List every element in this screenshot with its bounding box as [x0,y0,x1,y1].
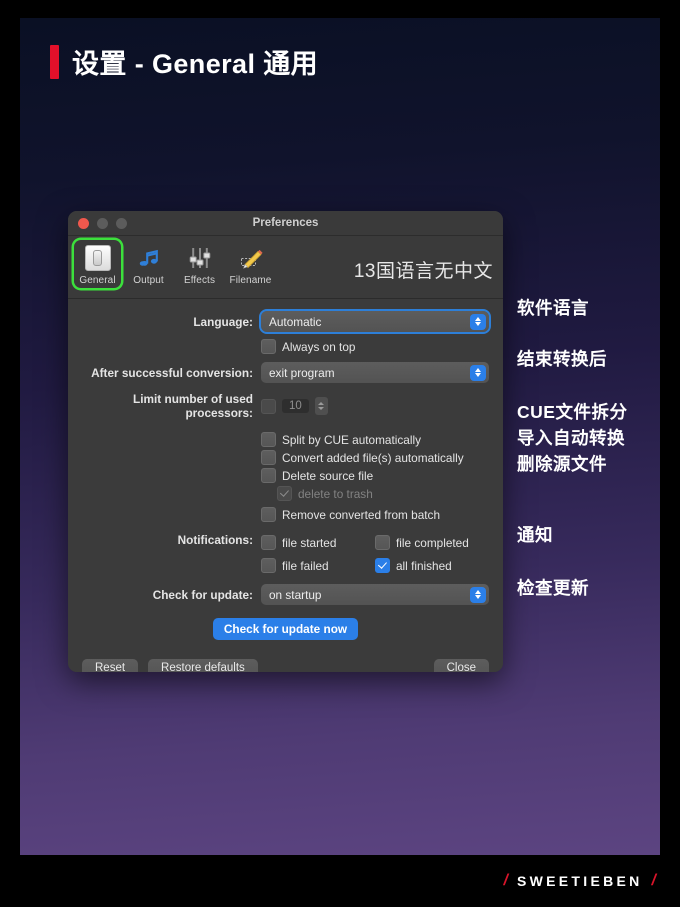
general-icon [84,243,111,273]
notifications-label: Notifications: [177,533,253,547]
sliders-icon [187,243,213,273]
language-label: Language: [193,314,253,329]
watermark-text: SWEETIEBEN [516,873,643,889]
always-on-top-label: Always on top [282,339,356,354]
preferences-window: Preferences General Output Effects Filen… [68,211,503,672]
after-conversion-value: exit program [269,365,335,380]
annotation-notifications: 通知 [517,525,553,545]
annotation-delete-source: 删除源文件 [517,454,607,474]
toolbar-tab-filename-label: Filename [229,275,272,286]
watermark-slash-right: / [651,872,656,889]
toolbar-tab-output-label: Output [133,275,164,286]
screenshot-root: 设置 - General 通用 Preferences General Outp… [0,0,680,907]
after-conversion-label: After successful conversion: [91,365,253,380]
checkbox-box [277,486,292,501]
after-conversion-row: After successful conversion: exit progra… [68,362,503,383]
option-label: Split by CUE automatically [282,432,421,447]
toolbar-note: 13国语言无中文 [353,261,493,282]
checkbox-box [261,558,276,573]
option-label: delete to trash [298,486,373,501]
notification-label: all finished [396,558,452,573]
pencil-edit-icon [238,243,264,273]
preferences-toolbar: General Output Effects Filename 13国语言无中文 [68,236,503,299]
annotation-language: 软件语言 [517,298,589,318]
window-title: Preferences [252,217,319,229]
chevron-updown-icon [470,313,486,330]
toolbar-tab-output[interactable]: Output [125,240,172,288]
restore-defaults-button[interactable]: Restore defaults [148,659,258,672]
check-update-now-wrap: Check for update now [68,618,503,640]
quantity-stepper[interactable] [314,397,328,415]
annotation-cue-split: CUE文件拆分 [517,402,628,422]
notifications-row: Notifications: file started file failed … [68,532,503,576]
language-select[interactable]: Automatic [259,309,491,334]
slide-canvas: 设置 - General 通用 Preferences General Outp… [20,18,660,855]
check-update-now-button[interactable]: Check for update now [212,618,359,640]
toolbar-tab-effects-label: Effects [183,275,216,286]
limit-processors-row: Limit number of used processors: 10 [68,392,503,420]
toolbar-tab-filename[interactable]: Filename [227,240,274,288]
checkbox-box [375,535,390,550]
chevron-updown-icon [470,364,486,381]
close-button[interactable]: Close [433,659,489,672]
check-update-select[interactable]: on startup [261,584,489,605]
notification-file-failed[interactable]: file failed [261,558,375,573]
option-label: Remove converted from batch [282,507,441,522]
annotation-auto-convert: 导入自动转换 [517,428,625,448]
limit-processors-label: Limit number of used processors: [133,392,253,420]
chevron-updown-icon [470,586,486,603]
toolbar-tab-general-label: General [79,275,116,286]
checkbox-box [261,450,276,465]
limit-processors-checkbox[interactable] [261,398,276,414]
dialog-footer: Reset Restore defaults Close [68,659,503,672]
option-label: Convert added file(s) automatically [282,450,464,465]
always-on-top-checkbox[interactable]: Always on top [261,339,489,354]
checkbox-box [261,432,276,447]
watermark-slash-left: / [503,872,508,889]
always-on-top-row: Always on top [68,336,503,357]
annotation-after-convert: 结束转换后 [517,349,607,369]
language-select-value: Automatic [269,314,322,329]
option-convert-added-files[interactable]: Convert added file(s) automatically [261,450,489,465]
title-accent-bar [50,44,59,79]
notification-label: file completed [396,535,469,550]
notification-file-started[interactable]: file started [261,535,375,550]
page-title: 设置 - General 通用 [50,42,318,81]
options-row: Split by CUE automatically Convert added… [68,429,503,525]
option-label: Delete source file [282,468,374,483]
annotation-list: 软件语言 结束转换后 CUE文件拆分 导入自动转换 删除源文件 通知 检查更新 [517,295,660,601]
watermark: / SWEETIEBEN / [0,855,680,907]
checkbox-box [261,507,276,522]
checkbox-box [261,535,276,550]
option-delete-to-trash: delete to trash [261,486,489,501]
limit-processors-value[interactable]: 10 [282,399,309,413]
check-update-value: on startup [269,587,322,602]
page-title-text: 设置 - General 通用 [72,49,319,79]
notification-label: file started [282,535,337,550]
notification-label: file failed [282,558,329,573]
window-titlebar[interactable]: Preferences [68,211,503,236]
option-delete-source-file[interactable]: Delete source file [261,468,489,483]
toolbar-tab-general[interactable]: General [74,240,121,288]
option-remove-converted-from-batch[interactable]: Remove converted from batch [261,507,489,522]
reset-button[interactable]: Reset [82,659,139,672]
annotation-check-update: 检查更新 [517,578,589,598]
option-split-by-cue[interactable]: Split by CUE automatically [261,432,489,447]
preferences-body: Language: Automatic Always on top After … [68,299,503,672]
checkbox-box [261,339,276,354]
notification-file-completed[interactable]: file completed [375,535,489,550]
check-update-row: Check for update: on startup [68,584,503,605]
music-note-icon [136,243,162,273]
checkbox-box [261,468,276,483]
after-conversion-select[interactable]: exit program [261,362,489,383]
toolbar-tab-effects[interactable]: Effects [176,240,223,288]
checkbox-box [375,558,390,573]
notification-all-finished[interactable]: all finished [375,558,489,573]
check-update-label: Check for update: [152,587,253,602]
language-row: Language: Automatic [68,309,503,334]
